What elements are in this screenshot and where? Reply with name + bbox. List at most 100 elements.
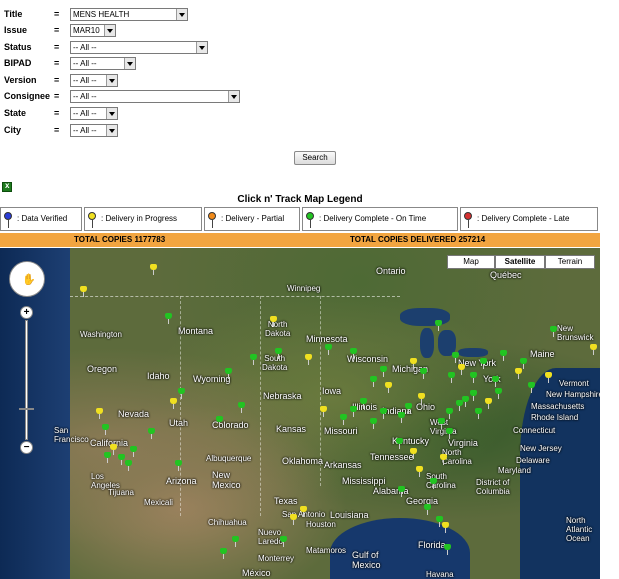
delivery-map[interactable]: Ontario Québec Winnipeg Washington Monta… <box>0 248 600 579</box>
delivery-pushpin-icon[interactable] <box>380 408 387 419</box>
status-select[interactable]: -- All -- <box>70 41 208 54</box>
total-copies: TOTAL COPIES 1177783 <box>74 235 166 244</box>
delivery-pushpin-icon[interactable] <box>280 536 287 547</box>
delivery-pushpin-icon[interactable] <box>470 390 477 401</box>
zoom-slider-track[interactable] <box>25 320 28 440</box>
excel-export-icon[interactable] <box>2 181 12 192</box>
delivery-pushpin-icon[interactable] <box>452 352 459 363</box>
map-type-terrain-button[interactable]: Terrain <box>545 255 595 269</box>
delivery-pushpin-icon[interactable] <box>515 368 522 379</box>
delivery-pushpin-icon[interactable] <box>340 414 347 425</box>
delivery-pushpin-icon[interactable] <box>410 448 417 459</box>
delivery-pushpin-icon[interactable] <box>438 418 445 429</box>
delivery-pushpin-icon[interactable] <box>275 348 282 359</box>
delivery-pushpin-icon[interactable] <box>416 466 423 477</box>
delivery-pushpin-icon[interactable] <box>320 406 327 417</box>
delivery-pushpin-icon[interactable] <box>442 522 449 533</box>
delivery-pushpin-icon[interactable] <box>238 402 245 413</box>
legend-data-verified: : Data Verified <box>0 207 82 231</box>
delivery-pushpin-icon[interactable] <box>590 344 597 355</box>
delivery-pushpin-icon[interactable] <box>396 438 403 449</box>
title-eq: = <box>54 9 60 19</box>
delivery-pushpin-icon[interactable] <box>305 354 312 365</box>
search-button[interactable]: Search <box>294 151 336 165</box>
zoom-in-button[interactable]: + <box>20 306 33 319</box>
city-select[interactable]: -- All -- <box>70 124 118 137</box>
delivery-pushpin-icon[interactable] <box>446 408 453 419</box>
delivery-pushpin-icon[interactable] <box>250 354 257 365</box>
delivery-pushpin-icon[interactable] <box>350 348 357 359</box>
delivery-pushpin-icon[interactable] <box>440 454 447 465</box>
delivery-pushpin-icon[interactable] <box>110 444 117 455</box>
delivery-pushpin-icon[interactable] <box>520 358 527 369</box>
delivery-pushpin-icon[interactable] <box>448 372 455 383</box>
delivery-pushpin-icon[interactable] <box>405 403 412 414</box>
delivery-pushpin-icon[interactable] <box>398 486 405 497</box>
delivery-pushpin-icon[interactable] <box>300 506 307 517</box>
delivery-pushpin-icon[interactable] <box>165 313 172 324</box>
delivery-pushpin-icon[interactable] <box>148 428 155 439</box>
delivery-pushpin-icon[interactable] <box>435 320 442 331</box>
delivery-pushpin-icon[interactable] <box>150 264 157 275</box>
consignee-select[interactable]: -- All -- <box>70 90 240 103</box>
issue-select[interactable]: MAR10 <box>70 24 116 37</box>
delivery-pushpin-icon[interactable] <box>444 544 451 555</box>
delivery-pushpin-icon[interactable] <box>178 388 185 399</box>
delivery-pushpin-icon[interactable] <box>170 398 177 409</box>
delivery-pushpin-icon[interactable] <box>430 478 437 489</box>
delivery-pushpin-icon[interactable] <box>470 372 477 383</box>
delivery-pushpin-icon[interactable] <box>550 326 557 337</box>
delivery-pushpin-icon[interactable] <box>130 446 137 457</box>
delivery-pushpin-icon[interactable] <box>360 398 367 409</box>
delivery-pushpin-icon[interactable] <box>475 408 482 419</box>
state-select[interactable]: -- All -- <box>70 107 118 120</box>
delivery-pushpin-icon[interactable] <box>424 504 431 515</box>
delivery-pushpin-icon[interactable] <box>420 368 427 379</box>
title-select[interactable]: MENS HEALTH <box>70 8 188 21</box>
delivery-pushpin-icon[interactable] <box>80 286 87 297</box>
legend-delivery-partial: : Delivery - Partial <box>204 207 300 231</box>
delivery-pushpin-icon[interactable] <box>462 396 469 407</box>
delivery-pushpin-icon[interactable] <box>270 316 277 327</box>
delivery-pushpin-icon[interactable] <box>480 358 487 369</box>
delivery-pushpin-icon[interactable] <box>290 514 297 525</box>
delivery-pushpin-icon[interactable] <box>495 388 502 399</box>
delivery-pushpin-icon[interactable] <box>220 548 227 559</box>
delivery-pushpin-icon[interactable] <box>410 358 417 369</box>
delivery-pushpin-icon[interactable] <box>528 382 535 393</box>
consignee-eq: = <box>54 91 60 101</box>
delivery-pushpin-icon[interactable] <box>325 344 332 355</box>
delivery-pushpin-icon[interactable] <box>398 412 405 423</box>
delivery-pushpin-icon[interactable] <box>125 460 132 471</box>
delivery-pushpin-icon[interactable] <box>104 452 111 463</box>
bipad-select[interactable]: -- All -- <box>70 57 136 70</box>
map-type-satellite-button[interactable]: Satellite <box>495 255 545 269</box>
zoom-out-button[interactable]: − <box>20 441 33 454</box>
delivery-pushpin-icon[interactable] <box>225 368 232 379</box>
map-label: Gulf of Mexico <box>352 550 381 570</box>
version-select[interactable]: -- All -- <box>70 74 118 87</box>
delivery-pushpin-icon[interactable] <box>370 418 377 429</box>
delivery-pushpin-icon[interactable] <box>96 408 103 419</box>
delivery-pushpin-icon[interactable] <box>418 393 425 404</box>
delivery-pushpin-icon[interactable] <box>118 454 125 465</box>
delivery-pushpin-icon[interactable] <box>232 536 239 547</box>
delivery-pushpin-icon[interactable] <box>380 366 387 377</box>
delivery-pushpin-icon[interactable] <box>458 364 465 375</box>
delivery-pushpin-icon[interactable] <box>456 400 463 411</box>
delivery-pushpin-icon[interactable] <box>446 428 453 439</box>
delivery-pushpin-icon[interactable] <box>102 424 109 435</box>
delivery-pushpin-icon[interactable] <box>500 350 507 361</box>
delivery-pushpin-icon[interactable] <box>175 460 182 471</box>
pan-control[interactable]: ✋ <box>9 261 45 297</box>
delivery-pushpin-icon[interactable] <box>350 406 357 417</box>
delivery-pushpin-icon[interactable] <box>385 382 392 393</box>
delivery-pushpin-icon[interactable] <box>216 416 223 427</box>
delivery-pushpin-icon[interactable] <box>370 376 377 387</box>
map-label: New Brunswick <box>557 324 594 342</box>
delivery-pushpin-icon[interactable] <box>492 376 499 387</box>
zoom-slider-handle[interactable] <box>19 408 34 410</box>
map-type-map-button[interactable]: Map <box>447 255 495 269</box>
delivery-pushpin-icon[interactable] <box>485 398 492 409</box>
delivery-pushpin-icon[interactable] <box>545 372 552 383</box>
